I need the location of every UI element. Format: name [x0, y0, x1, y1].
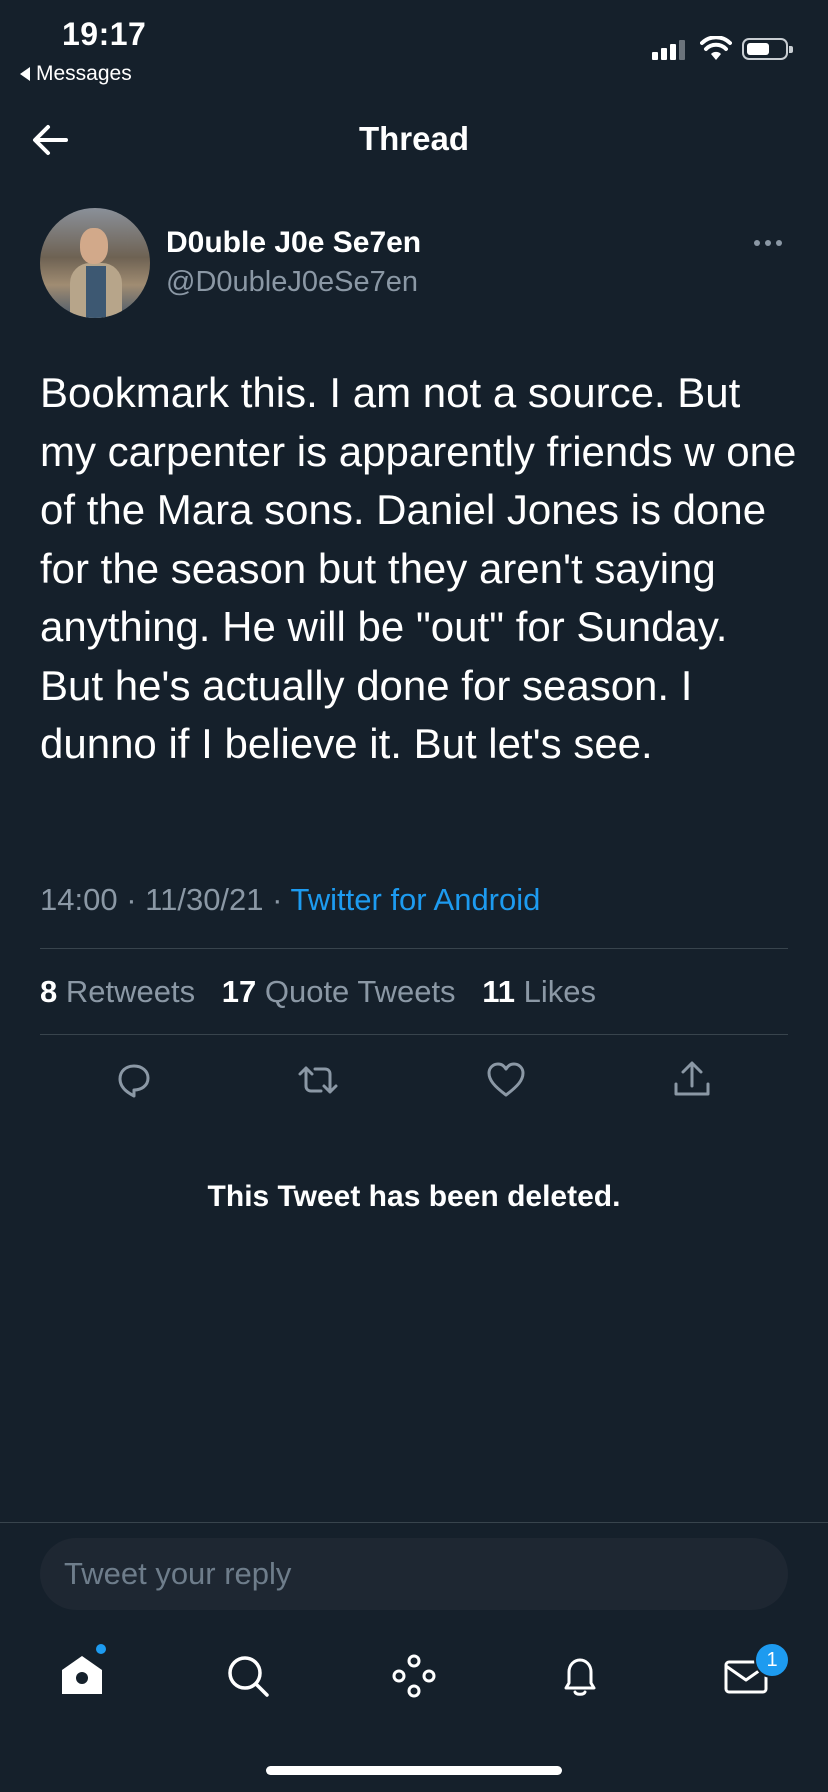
- reply-input[interactable]: [40, 1538, 788, 1610]
- quotes-label: Quote Tweets: [264, 974, 456, 1009]
- likes-stat[interactable]: 11 Likes: [482, 974, 596, 1009]
- retweet-icon[interactable]: [296, 1058, 340, 1102]
- back-to-app-label: Messages: [36, 62, 132, 85]
- author-handle[interactable]: @D0ubleJ0eSe7en: [166, 266, 418, 299]
- tweet-source-link[interactable]: Twitter for Android: [291, 882, 541, 917]
- home-indicator[interactable]: [266, 1766, 562, 1775]
- status-time: 19:17: [62, 16, 147, 52]
- tweet-date: 11/30/21: [145, 882, 264, 917]
- spaces-icon[interactable]: [388, 1650, 440, 1702]
- cellular-signal-icon: [652, 40, 685, 60]
- quote-tweets-stat[interactable]: 17 Quote Tweets: [222, 974, 456, 1009]
- author-display-name[interactable]: D0uble J0e Se7en: [166, 226, 421, 260]
- bell-icon[interactable]: [554, 1650, 606, 1702]
- search-icon[interactable]: [222, 1650, 274, 1702]
- likes-count: 11: [482, 974, 515, 1009]
- page-title: Thread: [358, 120, 470, 157]
- home-notification-dot: [96, 1644, 106, 1654]
- battery-icon: [742, 38, 793, 60]
- divider: [40, 1034, 788, 1035]
- back-to-app-link[interactable]: Messages: [20, 62, 132, 86]
- tweet-stats: 8 Retweets 17 Quote Tweets 11 Likes: [40, 974, 614, 1010]
- divider: [40, 948, 788, 949]
- share-icon[interactable]: [670, 1058, 714, 1102]
- tweet-text: Bookmark this. I am not a source. But my…: [40, 369, 797, 767]
- tweet-meta: 14:00 · 11/30/21 · Twitter for Android: [40, 882, 540, 918]
- meta-separator: ·: [126, 882, 137, 917]
- avatar[interactable]: [40, 208, 150, 318]
- messages-badge: 1: [754, 1642, 790, 1678]
- home-icon[interactable]: [56, 1650, 108, 1702]
- tweet-time: 14:00: [40, 882, 118, 917]
- wifi-icon: [700, 36, 732, 60]
- divider: [0, 1522, 828, 1523]
- meta-separator: ·: [272, 882, 283, 917]
- deleted-tweet-notice: This Tweet has been deleted.: [207, 1180, 621, 1213]
- retweets-count: 8: [40, 974, 58, 1009]
- heart-icon[interactable]: [484, 1058, 528, 1102]
- retweets-stat[interactable]: 8 Retweets: [40, 974, 195, 1009]
- quotes-count: 17: [221, 974, 257, 1009]
- reply-icon[interactable]: [112, 1058, 156, 1102]
- more-options-icon[interactable]: [754, 240, 782, 246]
- likes-label: Likes: [523, 974, 596, 1009]
- retweets-label: Retweets: [65, 974, 196, 1009]
- back-triangle-icon: [20, 67, 30, 81]
